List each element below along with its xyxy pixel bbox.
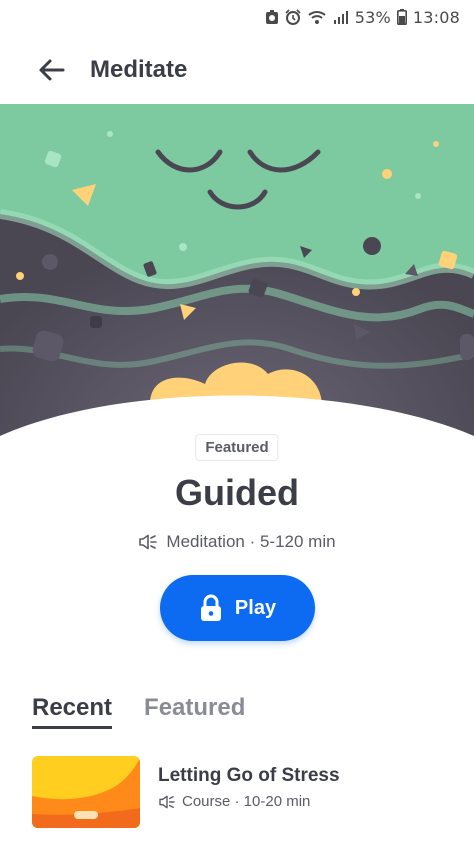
course-thumbnail bbox=[32, 756, 140, 828]
course-meta-text: Course · 10-20 min bbox=[182, 793, 311, 810]
app-bar: Meditate bbox=[0, 36, 474, 104]
play-button[interactable]: Play bbox=[160, 575, 315, 641]
tab-recent[interactable]: Recent bbox=[32, 694, 113, 729]
tab-bar: Recent Featured bbox=[32, 694, 245, 729]
lock-icon bbox=[200, 594, 221, 621]
session-title: Guided bbox=[175, 472, 299, 513]
featured-badge: Featured bbox=[195, 434, 279, 461]
hero-illustration bbox=[0, 104, 474, 444]
session-meta: Meditation · 5-120 min bbox=[0, 532, 474, 552]
clock: 13:08 bbox=[412, 7, 460, 27]
silent-icon bbox=[265, 9, 279, 25]
battery-percent: 53% bbox=[354, 7, 391, 27]
course-meta: Course · 10-20 min bbox=[158, 793, 340, 810]
back-button[interactable] bbox=[26, 45, 76, 95]
list-item[interactable]: Letting Go of Stress Course · 10-20 min bbox=[32, 756, 452, 830]
speaker-icon bbox=[158, 795, 176, 809]
wifi-icon bbox=[307, 9, 327, 25]
page-title: Meditate bbox=[90, 56, 188, 83]
arrow-left-icon bbox=[39, 59, 65, 81]
signal-icon bbox=[333, 9, 349, 25]
battery-icon bbox=[396, 9, 407, 25]
status-bar: 53% 13:08 bbox=[0, 0, 474, 34]
speaker-icon bbox=[138, 534, 158, 550]
session-meta-text: Meditation · 5-120 min bbox=[166, 532, 336, 551]
course-title: Letting Go of Stress bbox=[158, 765, 340, 786]
tab-featured[interactable]: Featured bbox=[144, 694, 245, 729]
alarm-icon bbox=[285, 9, 301, 25]
play-button-label: Play bbox=[234, 596, 277, 619]
